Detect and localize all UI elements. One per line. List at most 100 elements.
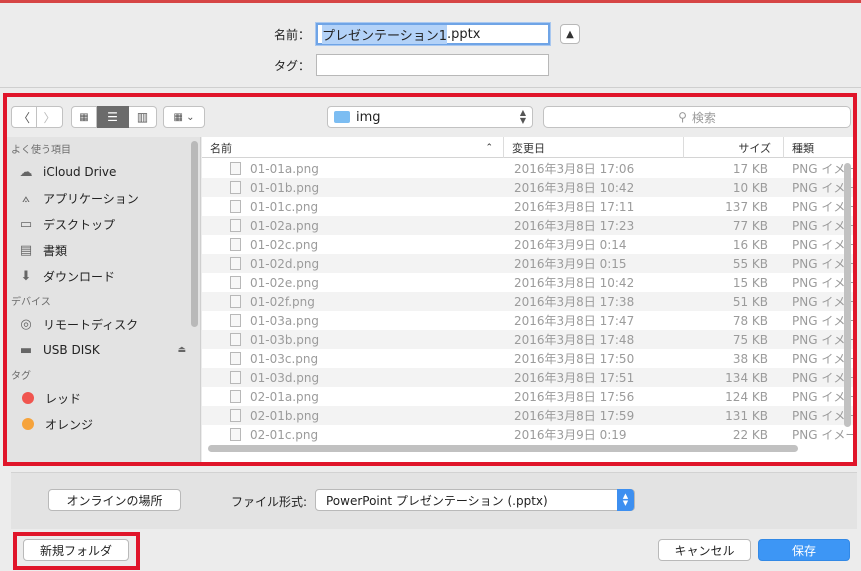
filename-input[interactable]: プレゼンテーション1 .pptx (316, 23, 550, 45)
table-row[interactable]: 01-01c.png2016年3月8日 17:11137 KBPNG イメージ (202, 197, 853, 216)
file-date: 2016年3月8日 17:11 (514, 200, 635, 214)
file-size: 22 KB (732, 427, 768, 442)
file-size: 51 KB (732, 294, 768, 309)
file-name: 01-01a.png (250, 161, 319, 176)
sidebar-item-tag-orange[interactable]: オレンジ (7, 411, 200, 437)
column-header-kind[interactable]: 種類 (784, 137, 853, 158)
table-row[interactable]: 01-03b.png2016年3月8日 17:4875 KBPNG イメージ (202, 330, 853, 349)
file-size: 10 KB (732, 180, 768, 195)
new-folder-button[interactable]: 新規フォルダ (23, 539, 129, 561)
file-date: 2016年3月9日 0:19 (514, 428, 627, 442)
table-row[interactable]: 01-01a.png2016年3月8日 17:0617 KBPNG イメージ (202, 159, 853, 178)
browser-toolbar: 〈 〉 ▦ ☰ ▥ ▦ ⌄ img ▲ ▼ ⚲ 検索 (7, 97, 853, 137)
sidebar-item-icloud[interactable]: ☁ iCloud Drive (7, 159, 200, 185)
sidebar-scrollbar[interactable] (191, 141, 198, 327)
table-row[interactable]: 01-03d.png2016年3月8日 17:51134 KBPNG イメージ (202, 368, 853, 387)
search-field[interactable]: ⚲ 検索 (543, 106, 851, 128)
filename-selected-text: プレゼンテーション1 (322, 24, 448, 44)
orange-tag-dot (22, 418, 34, 430)
back-button[interactable]: 〈 (11, 106, 37, 128)
sidebar-item-usb-disk[interactable]: ▬ USB DISK ⏏ (7, 337, 200, 363)
sidebar-item-downloads[interactable]: ⬇ ダウンロード (7, 263, 200, 289)
horizontal-scrollbar[interactable] (208, 445, 798, 452)
file-name: 01-03b.png (250, 332, 320, 347)
table-row[interactable]: 02-01c.png 2016年3月9日 0:19 22 KB PNG イメージ (202, 425, 853, 444)
file-date: 2016年3月8日 17:56 (514, 390, 635, 404)
updown-arrows-icon: ▲ ▼ (519, 108, 526, 125)
red-tag-dot (22, 392, 34, 404)
icon-view-button[interactable]: ▦ (71, 106, 97, 128)
png-file-icon (230, 333, 241, 346)
png-file-icon (230, 390, 241, 403)
online-locations-button[interactable]: オンラインの場所 (48, 489, 181, 511)
file-date: 2016年3月9日 0:15 (514, 257, 627, 271)
divider (0, 87, 861, 88)
file-name: 01-02a.png (250, 218, 319, 233)
sidebar-item-remote-disc[interactable]: ◎ リモートディスク (7, 311, 200, 337)
column-kind-label: 種類 (792, 141, 814, 155)
forward-button[interactable]: 〉 (37, 106, 63, 128)
file-date: 2016年3月8日 10:42 (514, 181, 635, 195)
arrange-button[interactable]: ▦ ⌄ (163, 106, 205, 128)
sidebar-item-documents[interactable]: ▤ 書類 (7, 237, 200, 263)
filename-extension: .pptx (447, 26, 481, 42)
png-file-icon (230, 200, 241, 213)
nav-buttons: 〈 〉 (11, 106, 63, 128)
file-date: 2016年3月8日 17:51 (514, 371, 635, 385)
column-header-name[interactable]: 名前 ⌃ (202, 137, 504, 158)
view-mode-selector: ▦ ☰ ▥ (71, 106, 157, 128)
table-row[interactable]: 01-03c.png2016年3月8日 17:5038 KBPNG イメージ (202, 349, 853, 368)
table-row[interactable]: 02-01a.png2016年3月8日 17:56124 KBPNG イメージ (202, 387, 853, 406)
file-size: 38 KB (732, 351, 768, 366)
table-row[interactable]: 02-01b.png2016年3月8日 17:59131 KBPNG イメージ (202, 406, 853, 425)
name-label: 名前： (273, 27, 310, 42)
sort-chevron-icon: ⌃ (485, 142, 493, 153)
png-file-icon (230, 295, 241, 308)
table-row[interactable]: 01-01b.png2016年3月8日 10:4210 KBPNG イメージ (202, 178, 853, 197)
vertical-scrollbar[interactable] (844, 163, 851, 427)
file-format-label: ファイル形式: (231, 495, 308, 509)
file-size: 17 KB (732, 161, 768, 176)
list-view-button[interactable]: ☰ (97, 106, 129, 128)
sidebar-item-applications[interactable]: ⟑ アプリケーション (7, 185, 200, 211)
sidebar-item-tag-red[interactable]: レッド (7, 385, 200, 411)
table-row[interactable]: 01-02a.png2016年3月8日 17:2377 KBPNG イメージ (202, 216, 853, 235)
save-button[interactable]: 保存 (758, 539, 850, 561)
list-header: 名前 ⌃ 変更日 サイズ 種類 (202, 137, 853, 158)
devices-header: デバイス (11, 297, 51, 308)
file-size: 134 KB (725, 370, 768, 385)
eject-icon[interactable]: ⏏ (177, 345, 186, 355)
grid-icon: ▦ (79, 111, 89, 123)
png-file-icon (230, 181, 241, 194)
png-file-icon (230, 409, 241, 422)
column-view-button[interactable]: ▥ (129, 106, 157, 128)
table-row[interactable]: 01-02c.png2016年3月9日 0:1416 KBPNG イメージ (202, 235, 853, 254)
cancel-label: キャンセル (674, 543, 735, 558)
column-size-label: サイズ (738, 141, 771, 155)
file-name: 01-02c.png (250, 237, 319, 252)
collapse-button[interactable]: ▲ (560, 24, 580, 44)
sidebar-item-label: 書類 (43, 243, 68, 258)
sidebar-item-desktop[interactable]: ▭ デスクトップ (7, 211, 200, 237)
tag-input[interactable] (316, 54, 549, 76)
file-size: 55 KB (732, 256, 768, 271)
table-row[interactable]: 01-02f.png2016年3月8日 17:3851 KBPNG イメージ (202, 292, 853, 311)
png-file-icon (230, 219, 241, 232)
column-header-size[interactable]: サイズ (684, 137, 784, 158)
chevron-right-icon: 〉 (43, 110, 56, 125)
png-file-icon (230, 162, 241, 175)
file-name: 01-02d.png (250, 256, 320, 271)
column-header-date[interactable]: 変更日 (504, 137, 684, 158)
table-row[interactable]: 01-02e.png2016年3月8日 10:4215 KBPNG イメージ (202, 273, 853, 292)
updown-arrows-icon: ▲ ▼ (617, 489, 634, 511)
folder-popup[interactable]: img ▲ ▼ (327, 106, 533, 128)
file-name: 01-03a.png (250, 313, 319, 328)
file-size: 16 KB (732, 237, 768, 252)
cancel-button[interactable]: キャンセル (658, 539, 751, 561)
file-format-popup[interactable]: PowerPoint プレゼンテーション (.pptx) ▲ ▼ (315, 489, 635, 511)
file-name: 01-01b.png (250, 180, 320, 195)
table-row[interactable]: 01-03a.png2016年3月8日 17:4778 KBPNG イメージ (202, 311, 853, 330)
tag-row: タグ： (270, 54, 549, 76)
table-row[interactable]: 01-02d.png2016年3月9日 0:1555 KBPNG イメージ (202, 254, 853, 273)
file-date: 2016年3月8日 10:42 (514, 276, 635, 290)
